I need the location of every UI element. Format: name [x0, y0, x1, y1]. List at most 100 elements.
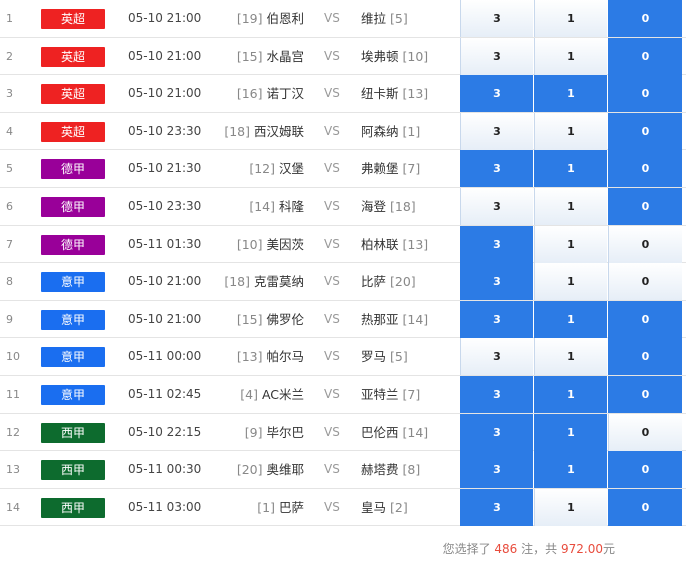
odds-home-win-button[interactable]: 3	[460, 150, 533, 188]
home-team[interactable]: [12] 汉堡	[249, 150, 304, 187]
odds-home-win-button[interactable]: 3	[460, 112, 533, 150]
match-time: 05-11 03:00	[128, 499, 202, 514]
odds-draw-button[interactable]: 1	[534, 338, 607, 376]
odds-home-win-button[interactable]: 3	[460, 225, 533, 263]
league-badge[interactable]: 西甲	[41, 422, 105, 443]
home-team[interactable]: [15] 水晶宫	[237, 38, 304, 75]
league-badge[interactable]: 意甲	[41, 272, 105, 293]
home-team[interactable]: [10] 美因茨	[237, 226, 304, 263]
away-team[interactable]: 弗赖堡 [7]	[361, 150, 420, 187]
match-time: 05-10 22:15	[128, 424, 202, 439]
home-team[interactable]: [19] 伯恩利	[237, 0, 304, 37]
match-row: 9 意甲 05-10 21:00 [15] 佛罗伦 VS 热那亚 [14] 3 1 0	[0, 300, 690, 339]
home-team[interactable]: [9] 毕尔巴	[245, 414, 304, 451]
away-team[interactable]: 赫塔费 [8]	[361, 451, 420, 488]
league-badge[interactable]: 意甲	[41, 385, 105, 405]
away-team[interactable]: 巴伦西 [14]	[361, 414, 428, 451]
away-team[interactable]: 维拉 [5]	[361, 0, 408, 37]
odds-draw-button[interactable]: 1	[534, 376, 607, 413]
home-team[interactable]: [14] 科隆	[249, 188, 304, 225]
home-team[interactable]: [18] 西汉姆联	[224, 113, 304, 150]
league-badge[interactable]: 德甲	[41, 234, 105, 255]
league-badge[interactable]: 意甲	[41, 309, 105, 330]
odds-away-win-button[interactable]: 0	[608, 263, 682, 301]
odds-draw-button[interactable]: 1	[534, 0, 607, 37]
odds-home-win-button[interactable]: 3	[460, 413, 533, 451]
odds-away-win-button[interactable]: 0	[608, 488, 682, 526]
vs-label: VS	[324, 161, 340, 176]
odds-draw-button[interactable]: 1	[534, 37, 607, 75]
odds-away-win-button[interactable]: 0	[608, 112, 682, 150]
match-row: 3 英超 05-10 21:00 [16] 诺丁汉 VS 纽卡斯 [13] 3 1 0	[0, 75, 690, 113]
match-row: 4 英超 05-10 23:30 [18] 西汉姆联 VS 阿森纳 [1] 3 1 0	[0, 112, 690, 151]
odds-away-win-button[interactable]: 0	[608, 451, 682, 489]
odds-home-win-button[interactable]: 3	[460, 188, 533, 225]
away-rank: [14]	[402, 311, 429, 327]
league-badge[interactable]: 英超	[41, 121, 105, 142]
away-team[interactable]: 热那亚 [14]	[361, 301, 428, 338]
odds-home-win-button[interactable]: 3	[460, 338, 533, 376]
odds-draw-button[interactable]: 1	[534, 75, 607, 113]
odds-home-win-button[interactable]: 3	[460, 451, 533, 489]
odds-home-win-button[interactable]: 3	[460, 75, 533, 113]
home-team[interactable]: [13] 帕尔马	[237, 338, 304, 375]
odds-draw-button[interactable]: 1	[534, 225, 607, 263]
away-team[interactable]: 海登 [18]	[361, 188, 416, 225]
odds-draw-button[interactable]: 1	[534, 300, 607, 338]
vs-label: VS	[324, 387, 340, 401]
odds-home-win-button[interactable]: 3	[460, 263, 533, 301]
away-team[interactable]: 埃弗顿 [10]	[361, 38, 428, 75]
away-team[interactable]: 比萨 [20]	[361, 263, 416, 300]
league-badge[interactable]: 西甲	[41, 460, 105, 481]
away-team[interactable]: 罗马 [5]	[361, 338, 408, 375]
home-team[interactable]: [1] 巴萨	[257, 489, 304, 526]
home-team[interactable]: [18] 克雷莫纳	[224, 263, 304, 300]
odds-away-win-button[interactable]: 0	[608, 0, 682, 37]
odds-home-win-button[interactable]: 3	[460, 376, 533, 413]
home-team[interactable]: [15] 佛罗伦	[237, 301, 304, 338]
odds-draw-button[interactable]: 1	[534, 413, 607, 451]
odds-draw-button[interactable]: 1	[534, 112, 607, 150]
odds-home-win-button[interactable]: 3	[460, 300, 533, 338]
currency-unit: 元	[602, 542, 615, 556]
odds-home-win-button[interactable]: 3	[460, 0, 533, 37]
away-name: 埃弗顿	[361, 48, 399, 64]
odds-away-win-button[interactable]: 0	[608, 37, 682, 75]
league-badge[interactable]: 西甲	[41, 497, 105, 518]
odds-away-win-button[interactable]: 0	[608, 300, 682, 338]
league-badge[interactable]: 意甲	[41, 347, 105, 368]
home-rank: [19]	[236, 11, 263, 26]
away-name: 纽卡斯	[361, 86, 399, 102]
home-team[interactable]: [16] 诺丁汉	[237, 75, 304, 112]
away-team[interactable]: 柏林联 [13]	[361, 226, 428, 263]
away-team[interactable]: 亚特兰 [7]	[361, 376, 420, 413]
away-team[interactable]: 纽卡斯 [13]	[361, 75, 428, 112]
league-badge[interactable]: 德甲	[41, 159, 105, 180]
match-time: 05-10 23:30	[128, 123, 202, 138]
match-time: 05-10 21:00	[128, 311, 202, 326]
odds-draw-button[interactable]: 1	[534, 451, 607, 489]
odds-draw-button[interactable]: 1	[534, 263, 607, 301]
league-badge[interactable]: 英超	[41, 84, 105, 105]
home-team[interactable]: [20] 奥维耶	[237, 451, 304, 488]
odds-away-win-button[interactable]: 0	[608, 376, 682, 413]
odds-draw-button[interactable]: 1	[534, 150, 607, 188]
league-badge[interactable]: 英超	[41, 46, 105, 67]
odds-draw-button[interactable]: 1	[534, 488, 607, 526]
away-team[interactable]: 阿森纳 [1]	[361, 113, 420, 150]
odds-away-win-button[interactable]: 0	[608, 225, 682, 263]
summary-prefix: 您选择了	[442, 542, 491, 556]
odds-draw-button[interactable]: 1	[534, 188, 607, 225]
odds-home-win-button[interactable]: 3	[460, 488, 533, 526]
odds-away-win-button[interactable]: 0	[608, 338, 682, 376]
odds-away-win-button[interactable]: 0	[608, 188, 682, 225]
league-badge[interactable]: 英超	[41, 9, 105, 29]
odds-home-win-button[interactable]: 3	[460, 37, 533, 75]
home-team[interactable]: [4] AC米兰	[240, 376, 304, 413]
odds-away-win-button[interactable]: 0	[608, 413, 682, 451]
match-index: 12	[6, 425, 20, 439]
league-badge[interactable]: 德甲	[41, 197, 105, 217]
odds-away-win-button[interactable]: 0	[608, 75, 682, 113]
odds-away-win-button[interactable]: 0	[608, 150, 682, 188]
away-team[interactable]: 皇马 [2]	[361, 489, 408, 526]
